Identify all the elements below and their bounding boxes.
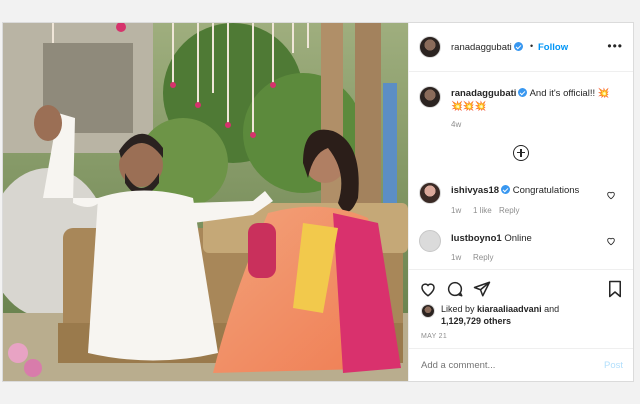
caption-age: 4w — [451, 120, 462, 129]
caption-username[interactable]: ranadaggubati — [451, 88, 528, 99]
comment-bar: Post — [409, 348, 633, 383]
author-avatar[interactable] — [419, 36, 441, 58]
caption-line: ranadaggubati And it's official!! 💥 💥💥💥 — [451, 87, 621, 113]
comment-line: ishivyas18 Congratulations — [451, 184, 579, 197]
like-heart-icon[interactable] — [419, 280, 437, 298]
comment-reply-button[interactable]: Reply — [473, 253, 493, 262]
post-date: MAY 21 — [421, 333, 448, 340]
verified-badge-icon — [501, 185, 511, 194]
commenter-avatar[interactable] — [419, 230, 441, 252]
comment-likes[interactable]: 1 like — [473, 206, 492, 215]
likes-prefix: Liked by — [441, 304, 475, 314]
comment-username[interactable]: lustboyno1 — [451, 233, 502, 244]
verified-badge-icon — [513, 42, 523, 51]
caption-text: And it's official!! 💥 — [529, 88, 610, 99]
post-card: ranadaggubati • Follow ••• ranadaggubati… — [2, 22, 634, 382]
comment-age: 1w — [451, 253, 462, 262]
liker-username[interactable]: kiaraaliaadvani — [477, 304, 542, 314]
comment-age: 1w — [451, 206, 462, 215]
liker-avatar[interactable] — [421, 304, 435, 318]
caption-avatar[interactable] — [419, 86, 441, 108]
comment-like-heart-icon[interactable] — [606, 236, 616, 246]
comment-text: Online — [504, 233, 532, 244]
more-options-icon[interactable]: ••• — [607, 39, 623, 53]
post-sidebar: ranadaggubati • Follow ••• ranadaggubati… — [408, 23, 633, 381]
comment-reply-button[interactable]: Reply — [499, 206, 519, 215]
comment-text: Congratulations — [512, 185, 580, 196]
follow-button[interactable]: Follow — [538, 42, 568, 53]
comment-bubble-icon[interactable] — [446, 280, 464, 298]
author-username[interactable]: ranadaggubati — [451, 42, 523, 53]
comment-like-heart-icon[interactable] — [606, 190, 616, 200]
comment-username[interactable]: ishivyas18 — [451, 185, 511, 196]
save-bookmark-icon[interactable] — [607, 280, 623, 298]
post-actions: Liked by kiaraaliaadvani and 1,129,729 o… — [409, 269, 633, 382]
post-comment-button[interactable]: Post — [604, 360, 623, 371]
commenter-avatar[interactable] — [419, 182, 441, 204]
likes-joiner: and — [544, 304, 560, 314]
post-photo-illustration — [3, 23, 408, 381]
likes-summary: Liked by kiaraaliaadvani and 1,129,729 o… — [441, 303, 621, 327]
comment-line: lustboyno1 Online — [451, 232, 532, 245]
post-photo[interactable] — [3, 23, 408, 381]
verified-badge-icon — [518, 88, 528, 97]
share-plane-icon[interactable] — [473, 280, 491, 298]
add-comment-input[interactable] — [419, 359, 593, 372]
post-header: ranadaggubati • Follow ••• — [409, 23, 633, 72]
caption-text-line2: 💥💥💥 — [451, 101, 487, 112]
likes-count[interactable]: 1,129,729 others — [441, 316, 511, 326]
header-separator: • — [530, 41, 534, 51]
load-more-comments-icon[interactable] — [513, 145, 529, 161]
